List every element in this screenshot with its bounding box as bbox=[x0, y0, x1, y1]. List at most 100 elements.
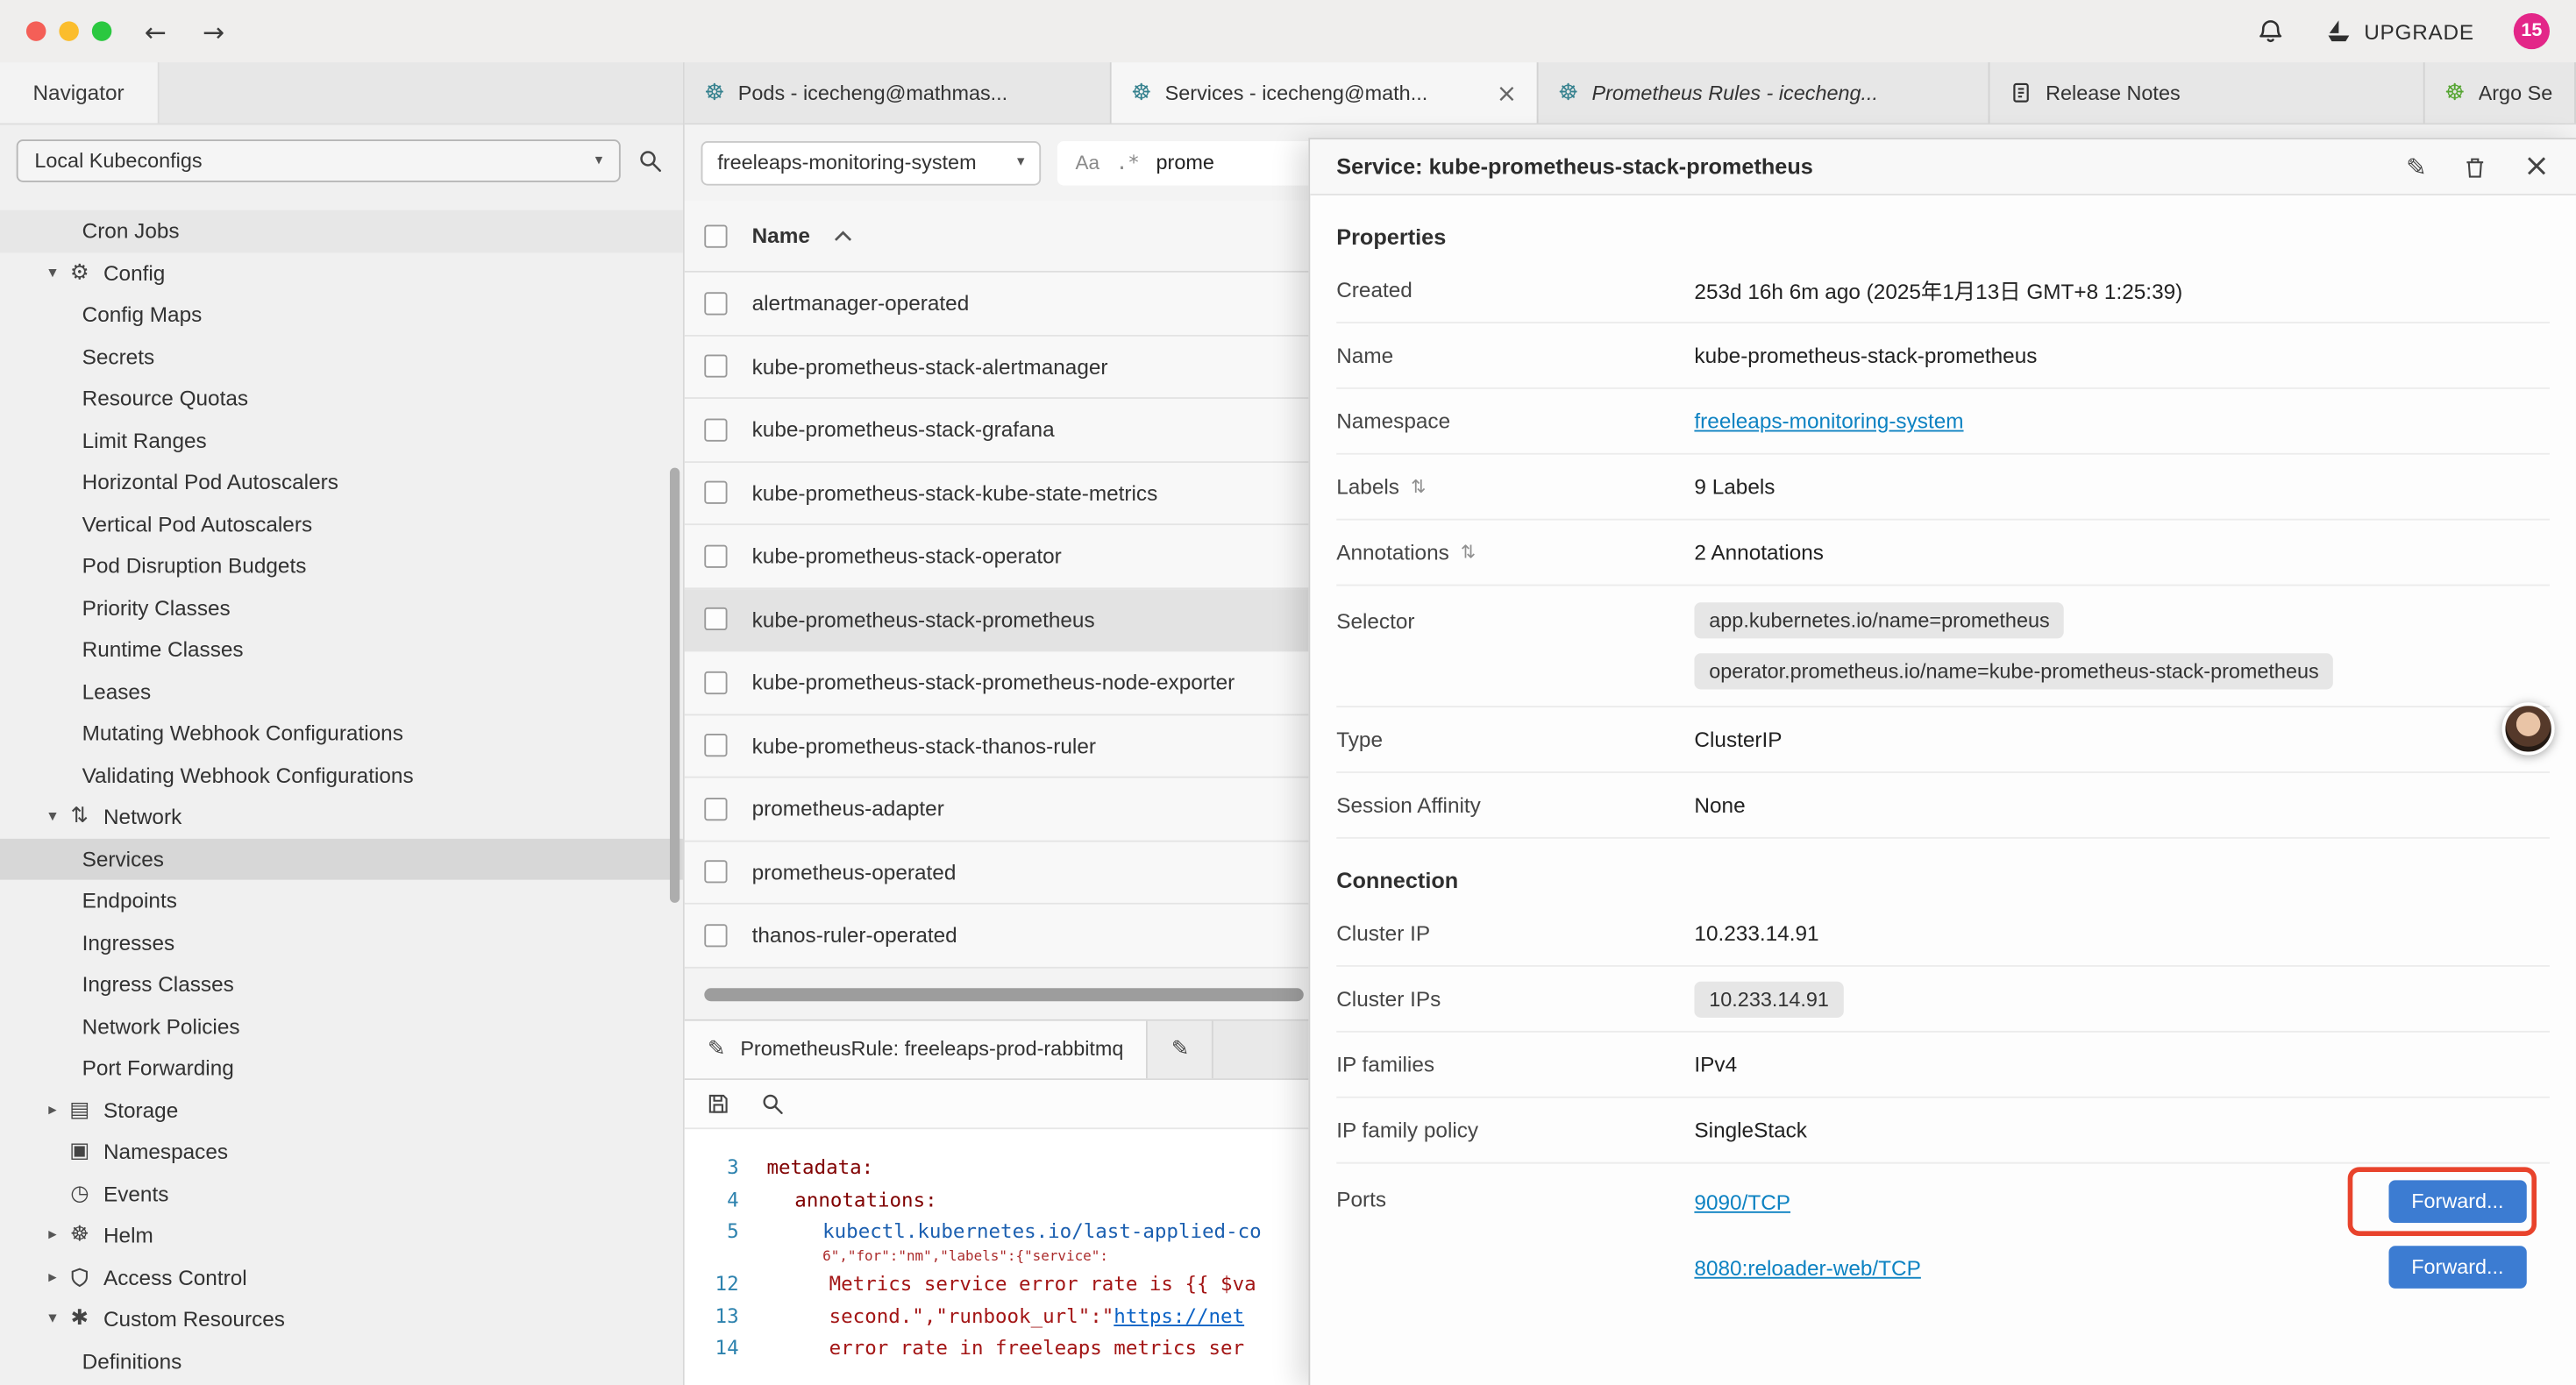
forward-icon[interactable]: → bbox=[203, 16, 224, 47]
forward-button[interactable]: Forward... bbox=[2388, 1246, 2527, 1289]
sidebar-item-helm[interactable]: ▸ ☸ Helm bbox=[0, 1215, 683, 1257]
row-checkbox[interactable] bbox=[704, 292, 727, 315]
row-checkbox[interactable] bbox=[704, 418, 727, 441]
chevron-down-icon: ▾ bbox=[595, 153, 602, 169]
selector-badge: operator.prometheus.io/name=kube-prometh… bbox=[1694, 653, 2333, 689]
row-checkbox[interactable] bbox=[704, 924, 727, 947]
dock-tab-partial[interactable]: ✎ bbox=[1149, 1020, 1214, 1078]
sidebar-scrollbar[interactable] bbox=[670, 468, 680, 903]
field-session-affinity: Session Affinity None bbox=[1336, 773, 2550, 839]
dock-tab-prometheusrule[interactable]: ✎ PrometheusRule: freeleaps-prod-rabbitm… bbox=[685, 1020, 1149, 1078]
sidebar-item-leases[interactable]: Leases bbox=[0, 671, 683, 713]
namespace-selector[interactable]: freeleaps-monitoring-system ▾ bbox=[701, 140, 1042, 185]
sidebar-item-runtime-classes[interactable]: Runtime Classes bbox=[0, 629, 683, 671]
sidebar-item-vertical-pod-autoscalers[interactable]: Vertical Pod Autoscalers bbox=[0, 503, 683, 545]
port-link[interactable]: 8080:reloader-web/TCP bbox=[1694, 1255, 1920, 1280]
sort-updown-icon[interactable]: ⇅ bbox=[1411, 476, 1426, 497]
regex-toggle[interactable]: .* bbox=[1116, 151, 1140, 174]
window-close-button[interactable] bbox=[26, 21, 46, 40]
sidebar-item-services[interactable]: Services bbox=[0, 838, 683, 880]
name-column-header[interactable]: Name bbox=[752, 224, 810, 248]
sidebar-item-priority-classes[interactable]: Priority Classes bbox=[0, 586, 683, 629]
tab-services[interactable]: ☸ Services - icecheng@math... × bbox=[1112, 62, 1539, 123]
row-checkbox[interactable] bbox=[704, 861, 727, 884]
sidebar-item-network[interactable]: ▾ ⇅ Network bbox=[0, 796, 683, 838]
sidebar-item-validating-webhook-configurations[interactable]: Validating Webhook Configurations bbox=[0, 754, 683, 796]
port-link[interactable]: 9090/TCP bbox=[1694, 1190, 1790, 1214]
row-checkbox[interactable] bbox=[704, 607, 727, 630]
tab-release-notes[interactable]: Release Notes bbox=[1989, 62, 2424, 123]
match-case-toggle[interactable]: Aa bbox=[1075, 151, 1099, 174]
tab-close-icon[interactable]: × bbox=[1484, 78, 1518, 108]
trash-icon[interactable] bbox=[2463, 153, 2487, 180]
chevron-down-icon[interactable]: ▾ bbox=[39, 1310, 66, 1329]
search-icon[interactable] bbox=[760, 1090, 785, 1115]
edit-icon[interactable]: ✎ bbox=[2406, 152, 2427, 181]
bell-icon[interactable] bbox=[2256, 17, 2286, 46]
upgrade-button[interactable]: UPGRADE bbox=[2324, 18, 2474, 46]
close-icon[interactable]: × bbox=[2523, 151, 2550, 182]
tab-pods[interactable]: ☸ Pods - icecheng@mathmas... bbox=[685, 62, 1112, 123]
sidebar-item-access-control[interactable]: ▸ Access Control bbox=[0, 1256, 683, 1298]
sort-ascending-icon[interactable] bbox=[835, 229, 853, 242]
sidebar-item-custom-resources[interactable]: ▾ ✱ Custom Resources bbox=[0, 1298, 683, 1340]
namespace-link[interactable]: freeleaps-monitoring-system bbox=[1694, 408, 1963, 433]
sidebar-item-config-maps[interactable]: Config Maps bbox=[0, 294, 683, 336]
row-checkbox[interactable] bbox=[704, 734, 727, 756]
chevron-right-icon[interactable]: ▸ bbox=[39, 1226, 66, 1245]
forward-button[interactable]: Forward... bbox=[2388, 1180, 2527, 1223]
field-value[interactable]: 2 Annotations bbox=[1694, 540, 1824, 565]
sidebar-item-cron-jobs[interactable]: Cron Jobs bbox=[0, 210, 683, 252]
sidebar-item-pod-disruption-budgets[interactable]: Pod Disruption Budgets bbox=[0, 545, 683, 587]
back-icon[interactable]: ← bbox=[145, 16, 167, 47]
sidebar-item-events[interactable]: ◷ Events bbox=[0, 1173, 683, 1215]
chevron-right-icon[interactable]: ▸ bbox=[39, 1268, 66, 1287]
row-checkbox[interactable] bbox=[704, 544, 727, 567]
sidebar-item-secrets[interactable]: Secrets bbox=[0, 336, 683, 378]
chevron-down-icon[interactable]: ▾ bbox=[39, 264, 66, 282]
sidebar-item-storage[interactable]: ▸ ▤ Storage bbox=[0, 1089, 683, 1131]
select-all-checkbox[interactable] bbox=[704, 224, 727, 247]
kubeconfig-selector[interactable]: Local Kubeconfigs ▾ bbox=[17, 139, 621, 182]
field-value[interactable]: 9 Labels bbox=[1694, 474, 1775, 499]
field-ip-family-policy: IP family policy SingleStack bbox=[1336, 1098, 2550, 1164]
notification-count-badge[interactable]: 15 bbox=[2514, 13, 2550, 49]
sidebar-item-horizontal-pod-autoscalers[interactable]: Horizontal Pod Autoscalers bbox=[0, 461, 683, 503]
sidebar-item-namespaces[interactable]: ▣ Namespaces bbox=[0, 1131, 683, 1173]
tab-prometheus-rules[interactable]: ☸ Prometheus Rules - icecheng... bbox=[1539, 62, 1990, 123]
sidebar-item-ingress-classes[interactable]: Ingress Classes bbox=[0, 963, 683, 1005]
chevron-down-icon[interactable]: ▾ bbox=[39, 808, 66, 827]
navigator-title[interactable]: Navigator bbox=[0, 62, 159, 123]
item-label: Mutating Webhook Configurations bbox=[82, 721, 403, 745]
item-label: Helm bbox=[103, 1223, 153, 1247]
field-value: 10.233.14.91 bbox=[1694, 920, 1818, 945]
config-icon: ⚙ bbox=[66, 260, 94, 285]
row-checkbox[interactable] bbox=[704, 355, 727, 378]
sidebar-item-network-policies[interactable]: Network Policies bbox=[0, 1005, 683, 1048]
dock-tab-label: PrometheusRule: freeleaps-prod-rabbitmq bbox=[740, 1037, 1123, 1060]
sidebar-item-ingresses[interactable]: Ingresses bbox=[0, 921, 683, 963]
tab-argo[interactable]: ☸ Argo Se bbox=[2425, 62, 2576, 123]
avatar[interactable] bbox=[2502, 702, 2555, 755]
row-checkbox[interactable] bbox=[704, 798, 727, 820]
field-cluster-ips: Cluster IPs 10.233.14.91 bbox=[1336, 967, 2550, 1033]
sidebar-item-limit-ranges[interactable]: Limit Ranges bbox=[0, 419, 683, 461]
window-minimize-button[interactable] bbox=[59, 21, 78, 40]
sidebar-item-port-forwarding[interactable]: Port Forwarding bbox=[0, 1048, 683, 1090]
sort-updown-icon[interactable]: ⇅ bbox=[1461, 542, 1476, 563]
window-zoom-button[interactable] bbox=[92, 21, 111, 40]
save-icon[interactable] bbox=[706, 1090, 730, 1115]
line-number: 4 bbox=[685, 1188, 767, 1211]
item-label: Endpoints bbox=[82, 888, 177, 913]
sidebar-item-resource-quotas[interactable]: Resource Quotas bbox=[0, 378, 683, 420]
row-checkbox[interactable] bbox=[704, 481, 727, 504]
search-icon[interactable] bbox=[637, 148, 664, 174]
sidebar-item-mutating-webhook-configurations[interactable]: Mutating Webhook Configurations bbox=[0, 713, 683, 755]
scrollbar-thumb[interactable] bbox=[704, 987, 1303, 1000]
sidebar-item-definitions[interactable]: Definitions bbox=[0, 1340, 683, 1382]
sidebar-item-config[interactable]: ▾ ⚙ Config bbox=[0, 252, 683, 294]
row-checkbox[interactable] bbox=[704, 671, 727, 693]
chevron-right-icon[interactable]: ▸ bbox=[39, 1101, 66, 1119]
sidebar-item-endpoints[interactable]: Endpoints bbox=[0, 880, 683, 922]
field-label: Cluster IP bbox=[1336, 920, 1694, 945]
